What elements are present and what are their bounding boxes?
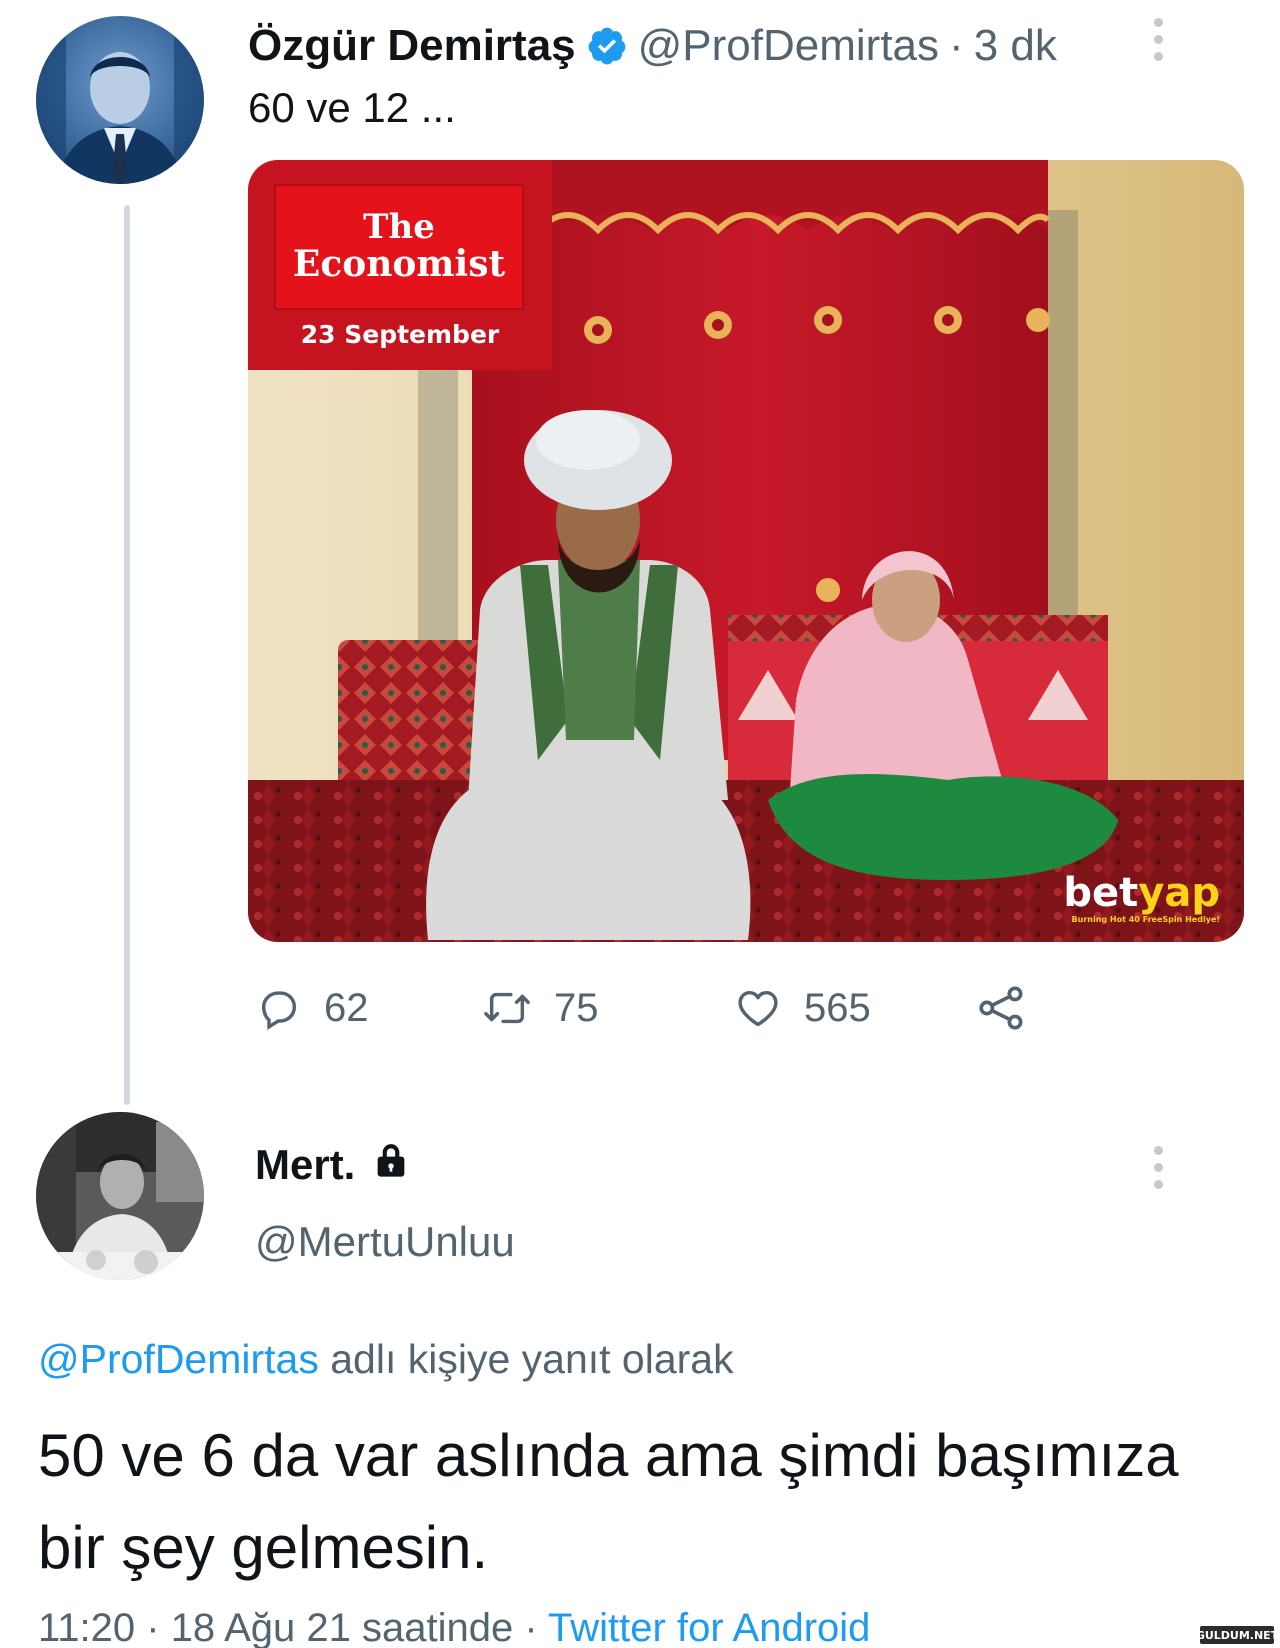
author-handle[interactable]: @ProfDemirtas	[638, 21, 939, 71]
verified-badge-icon	[586, 25, 628, 67]
reply-date[interactable]: 18 Ağu 21 saatinde	[171, 1606, 514, 1648]
reply-source-app[interactable]: Twitter for Android	[548, 1606, 870, 1648]
betyap-watermark: betyap Burning Hot 40 FreeSpin Hediye!	[1063, 873, 1220, 924]
reply-tweet-text: 50 ve 6 da var aslında ama şimdi başımız…	[38, 1422, 1179, 1581]
site-watermark-badge: GULDUM.NET	[1196, 1626, 1278, 1644]
reply-button[interactable]: 62	[256, 980, 369, 1036]
thread-connector-line	[124, 205, 130, 1105]
meta-separator-2: ·	[513, 1606, 549, 1648]
reply-time[interactable]: 11:20	[38, 1606, 135, 1648]
avatar-mert[interactable]	[36, 1112, 204, 1280]
more-options-icon[interactable]	[1154, 18, 1163, 61]
reply-icon	[256, 985, 302, 1031]
economist-date: 23 September	[300, 320, 500, 349]
replying-to-suffix: adlı kişiye yanıt olarak	[318, 1336, 734, 1382]
tweet-media-image[interactable]: The Economist 23 September betyap Burnin…	[248, 160, 1244, 942]
reply-tweet-meta: 11:20 · 18 Ağu 21 saatinde · Twitter for…	[38, 1606, 870, 1648]
author-name[interactable]: Özgür Demirtaş	[248, 21, 576, 71]
like-button[interactable]: 565	[734, 980, 871, 1036]
header-separator: ·	[949, 21, 964, 70]
reply-count: 62	[324, 985, 369, 1030]
retweet-button[interactable]: 75	[482, 980, 599, 1036]
economist-logo-line2: Economist	[292, 242, 506, 285]
reply-author-name-row: Mert.	[255, 1140, 411, 1190]
tweet-timestamp[interactable]: 3 dk	[974, 21, 1057, 71]
replying-to-mention[interactable]: @ProfDemirtas	[38, 1336, 319, 1382]
like-count: 565	[804, 985, 871, 1030]
retweet-icon	[482, 985, 532, 1031]
economist-logo: The Economist	[274, 184, 524, 310]
watermark-part2: yap	[1138, 870, 1220, 916]
economist-badge: The Economist 23 September	[248, 160, 552, 370]
share-icon	[976, 982, 1028, 1034]
share-button[interactable]	[976, 980, 1028, 1036]
reply-author-handle[interactable]: @MertuUnluu	[255, 1218, 515, 1266]
reply-author-name[interactable]: Mert.	[255, 1141, 355, 1189]
tweet-text: 60 ve 12 ...	[248, 84, 456, 131]
economist-logo-line1: The	[363, 207, 435, 248]
more-options-icon[interactable]	[1154, 1146, 1163, 1189]
tweet-header: Özgür Demirtaş @ProfDemirtas · 3 dk	[248, 18, 1057, 74]
avatar-prof-demirtas[interactable]	[36, 16, 204, 184]
tweet-action-bar: 62 75 565	[256, 980, 1156, 1036]
replying-to-line: @ProfDemirtas adlı kişiye yanıt olarak	[38, 1336, 734, 1383]
watermark-tagline: Burning Hot 40 FreeSpin Hediye!	[1071, 915, 1220, 924]
retweet-count: 75	[554, 985, 599, 1030]
meta-separator-1: ·	[135, 1606, 171, 1648]
lock-icon	[371, 1140, 411, 1190]
watermark-part1: bet	[1063, 870, 1139, 916]
like-icon	[734, 985, 782, 1031]
